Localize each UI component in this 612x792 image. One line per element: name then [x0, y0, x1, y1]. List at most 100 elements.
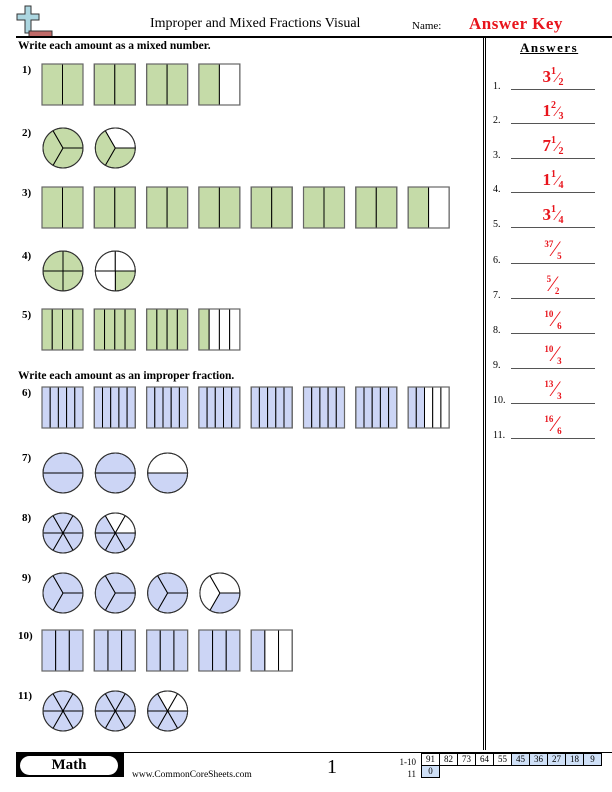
answer-value: 71⁄2	[511, 135, 595, 157]
fraction-bar	[198, 386, 241, 429]
answer-denominator: 2	[558, 77, 564, 88]
fraction-part	[223, 386, 233, 429]
fraction-circle	[147, 690, 189, 732]
fraction-part	[93, 186, 116, 229]
fraction-part	[118, 386, 128, 429]
fraction-part	[146, 308, 158, 351]
answer-denominator: 2	[558, 146, 564, 157]
fraction-part	[126, 386, 136, 429]
fraction-slice	[94, 472, 136, 494]
problem-number: 11)	[18, 690, 33, 702]
problem-11-figure	[42, 690, 189, 732]
name-label: Name:	[412, 20, 442, 32]
answer-row: 3. 71⁄2	[493, 131, 603, 161]
answer-denominator: 5	[557, 251, 562, 261]
answer-value: 37⁄5	[511, 236, 595, 262]
answer-row: 8. 10⁄6	[493, 306, 603, 336]
answer-line[interactable]	[511, 89, 595, 90]
problem-number: 9)	[22, 572, 32, 584]
score-cell-empty	[494, 766, 512, 778]
fraction-part	[104, 308, 116, 351]
answer-value: 13⁄3	[511, 376, 595, 402]
answer-line[interactable]	[511, 227, 595, 228]
fraction-part	[154, 386, 164, 429]
score-row: 0	[421, 765, 602, 778]
answer-line[interactable]	[511, 192, 595, 193]
fraction-circle	[147, 452, 189, 494]
fraction-part	[124, 308, 136, 351]
problem-number: 4)	[22, 250, 32, 262]
fraction-circle	[42, 127, 84, 169]
fraction-part	[319, 386, 329, 429]
problem-number: 7)	[22, 452, 32, 464]
fraction-part	[55, 629, 70, 672]
score-row-labels: 1-10 11	[392, 756, 417, 780]
fraction-circle	[94, 250, 136, 292]
fraction-part	[41, 629, 57, 672]
fraction-part	[170, 386, 180, 429]
fraction-circle	[94, 452, 136, 494]
website-link[interactable]: www.CommonCoreSheets.com	[132, 770, 252, 780]
fraction-part	[166, 63, 189, 106]
fraction-circle	[94, 572, 136, 614]
fraction-part	[57, 386, 68, 429]
fraction-bar	[41, 308, 84, 351]
fraction-part	[114, 186, 136, 229]
problem-number: 3)	[22, 187, 32, 199]
header-rule	[16, 36, 612, 38]
answer-line[interactable]	[511, 298, 595, 299]
fraction-part	[407, 186, 430, 229]
fraction-circle	[42, 452, 84, 494]
fraction-part	[93, 63, 116, 106]
answer-denominator: 3	[557, 356, 562, 366]
fraction-bar	[198, 629, 241, 672]
answer-line[interactable]	[511, 263, 595, 264]
score-cell: 36	[529, 753, 548, 766]
fraction-part	[267, 386, 277, 429]
answer-value: 16⁄6	[511, 411, 595, 437]
fraction-part	[250, 386, 260, 429]
score-cell-empty	[458, 766, 476, 778]
answer-line[interactable]	[511, 368, 595, 369]
fraction-bar	[93, 308, 136, 351]
answer-line[interactable]	[511, 123, 595, 124]
fraction-slice	[147, 472, 189, 494]
fraction-part	[225, 629, 241, 672]
answer-line[interactable]	[511, 438, 595, 439]
fraction-circle	[42, 250, 84, 292]
problem-5-figure	[41, 308, 241, 351]
column-divider	[483, 38, 486, 750]
score-cell: 64	[475, 753, 494, 766]
answer-number: 2.	[493, 115, 501, 126]
fraction-part	[218, 186, 241, 229]
fraction-part	[72, 308, 84, 351]
fraction-part	[283, 386, 293, 429]
fraction-part	[146, 63, 168, 106]
fraction-circle	[94, 690, 136, 732]
answer-number: 10.	[493, 395, 506, 406]
fraction-part	[62, 186, 84, 229]
fraction-part	[371, 386, 381, 429]
fraction-part	[159, 629, 175, 672]
answer-line[interactable]	[511, 403, 595, 404]
fraction-part	[173, 629, 189, 672]
worksheet-title: Improper and Mixed Fractions Visual	[150, 16, 361, 31]
fraction-bar	[250, 629, 293, 672]
fraction-part	[146, 386, 156, 429]
fraction-part	[62, 308, 74, 351]
fraction-part	[214, 386, 225, 429]
fraction-part	[415, 386, 425, 429]
fraction-part	[49, 386, 59, 429]
fraction-part	[198, 186, 220, 229]
fraction-part	[102, 386, 112, 429]
fraction-part	[424, 386, 434, 429]
answer-whole: 1	[542, 101, 551, 120]
fraction-part	[278, 629, 293, 672]
answer-line[interactable]	[511, 333, 595, 334]
fraction-part	[440, 386, 450, 429]
fraction-part	[93, 308, 106, 351]
fraction-part	[407, 386, 417, 429]
fraction-part	[198, 629, 214, 672]
answer-line[interactable]	[511, 158, 595, 159]
answer-whole: 3	[542, 205, 551, 224]
